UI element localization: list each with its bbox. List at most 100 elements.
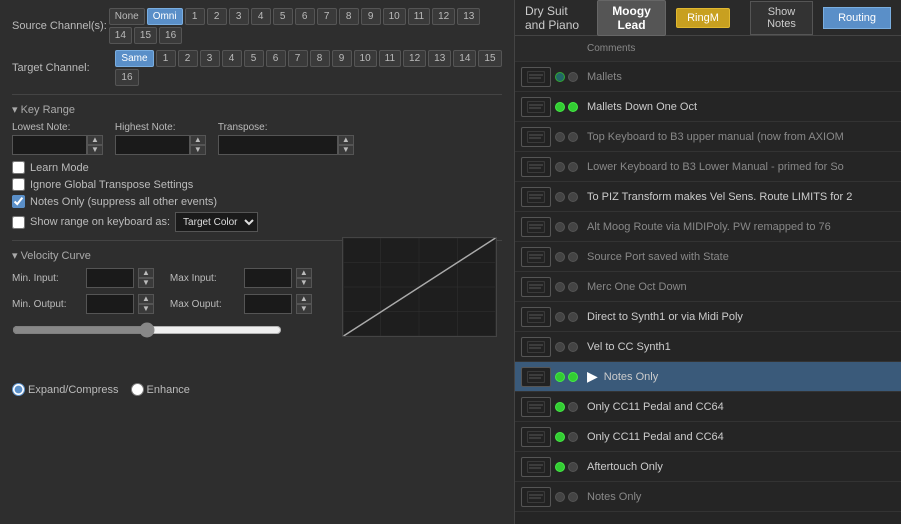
lowest-note-input[interactable]: 0 - C-2 ▲ ▼ [12,135,103,155]
led-2[interactable] [568,462,578,472]
led-1[interactable] [555,72,565,82]
ch-btn-7[interactable]: 7 [317,8,337,25]
led-2[interactable] [568,282,578,292]
ignore-global-checkbox[interactable] [12,178,25,191]
led-2[interactable] [568,312,578,322]
tch-btn-11[interactable]: 11 [379,50,401,67]
tch-btn-14[interactable]: 14 [453,50,476,67]
tch-btn-6[interactable]: 6 [266,50,286,67]
led-1[interactable] [555,192,565,202]
tch-btn-15[interactable]: 15 [478,50,501,67]
min-output-up[interactable]: ▲ [138,294,154,304]
tch-btn-4[interactable]: 4 [222,50,242,67]
led-2[interactable] [568,402,578,412]
max-input-down[interactable]: ▼ [296,278,312,288]
route-row[interactable]: Source Port saved with State [515,242,901,272]
max-input-field[interactable]: 127 [244,268,292,288]
route-row[interactable]: Mallets [515,62,901,92]
route-row[interactable]: Mallets Down One Oct [515,92,901,122]
min-input-spinners[interactable]: ▲ ▼ [138,268,154,288]
max-ouput-up[interactable]: ▲ [296,294,312,304]
min-input-up[interactable]: ▲ [138,268,154,278]
tch-btn-1[interactable]: 1 [156,50,176,67]
led-1[interactable] [555,162,565,172]
led-1[interactable] [555,462,565,472]
led-2[interactable] [568,192,578,202]
moogy-lead-button[interactable]: Moogy Lead [597,0,666,36]
led-1[interactable] [555,432,565,442]
lowest-note-field[interactable]: 0 - C-2 [12,135,87,155]
led-1[interactable] [555,252,565,262]
tch-btn-same[interactable]: Same [115,50,153,67]
ch-btn-none[interactable]: None [109,8,145,25]
min-output-spinners[interactable]: ▲ ▼ [138,294,154,314]
led-1[interactable] [555,372,565,382]
max-input-up[interactable]: ▲ [296,268,312,278]
tch-btn-3[interactable]: 3 [200,50,220,67]
led-2[interactable] [568,432,578,442]
lowest-note-down[interactable]: ▼ [87,145,103,155]
expand-compress-label[interactable]: Expand/Compress [12,383,119,396]
ch-btn-13[interactable]: 13 [457,8,480,25]
led-2[interactable] [568,162,578,172]
transpose-up[interactable]: ▲ [338,135,354,145]
route-row[interactable]: ▶Notes Only [515,362,901,392]
min-output-field[interactable]: 0 [86,294,134,314]
lowest-note-up[interactable]: ▲ [87,135,103,145]
route-row[interactable]: Only CC11 Pedal and CC64 [515,392,901,422]
transpose-field[interactable]: 0.0 = perfect unison [218,135,338,155]
ch-btn-9[interactable]: 9 [361,8,381,25]
velocity-slider[interactable] [12,322,282,338]
min-input-field[interactable]: 0 [86,268,134,288]
route-row[interactable]: Merc One Oct Down [515,272,901,302]
tch-btn-16[interactable]: 16 [115,69,138,86]
key-range-header[interactable]: Key Range [12,103,502,116]
ch-btn-16[interactable]: 16 [159,27,182,44]
max-ouput-field[interactable]: 127 [244,294,292,314]
led-2[interactable] [568,72,578,82]
max-ouput-spinners[interactable]: ▲ ▼ [296,294,312,314]
show-range-checkbox[interactable] [12,216,25,229]
tch-btn-12[interactable]: 12 [403,50,426,67]
max-input-spinners[interactable]: ▲ ▼ [296,268,312,288]
tch-btn-13[interactable]: 13 [428,50,451,67]
ch-btn-10[interactable]: 10 [383,8,406,25]
ch-btn-15[interactable]: 15 [134,27,157,44]
ch-btn-5[interactable]: 5 [273,8,293,25]
ch-btn-1[interactable]: 1 [185,8,205,25]
transpose-spinners[interactable]: ▲ ▼ [338,135,354,155]
notes-only-checkbox[interactable] [12,195,25,208]
route-row[interactable]: Alt Moog Route via MIDIPoly. PW remapped… [515,212,901,242]
route-row[interactable]: Top Keyboard to B3 upper manual (now fro… [515,122,901,152]
route-row[interactable]: Vel to CC Synth1 [515,332,901,362]
route-row[interactable]: Only CC11 Pedal and CC64 [515,422,901,452]
transpose-down[interactable]: ▼ [338,145,354,155]
highest-note-up[interactable]: ▲ [190,135,206,145]
routing-tab[interactable]: Routing [823,7,891,29]
min-input-down[interactable]: ▼ [138,278,154,288]
ch-btn-8[interactable]: 8 [339,8,359,25]
learn-mode-label[interactable]: Learn Mode [30,162,89,174]
ch-btn-2[interactable]: 2 [207,8,227,25]
ring-button[interactable]: RingM [676,8,730,28]
highest-note-down[interactable]: ▼ [190,145,206,155]
led-1[interactable] [555,312,565,322]
learn-mode-checkbox[interactable] [12,161,25,174]
led-1[interactable] [555,222,565,232]
enhance-radio[interactable] [131,383,144,396]
led-2[interactable] [568,132,578,142]
tch-btn-8[interactable]: 8 [310,50,330,67]
ch-btn-11[interactable]: 11 [408,8,430,25]
min-output-down[interactable]: ▼ [138,304,154,314]
ch-btn-omni[interactable]: Omni [147,8,183,25]
tch-btn-10[interactable]: 10 [354,50,377,67]
ch-btn-6[interactable]: 6 [295,8,315,25]
lowest-note-spinners[interactable]: ▲ ▼ [87,135,103,155]
led-1[interactable] [555,402,565,412]
led-1[interactable] [555,492,565,502]
highest-note-input[interactable]: 127 - G8 ▲ ▼ [115,135,206,155]
ch-btn-14[interactable]: 14 [109,27,132,44]
tch-btn-5[interactable]: 5 [244,50,264,67]
route-row[interactable]: Lower Keyboard to B3 Lower Manual - prim… [515,152,901,182]
highest-note-field[interactable]: 127 - G8 [115,135,190,155]
